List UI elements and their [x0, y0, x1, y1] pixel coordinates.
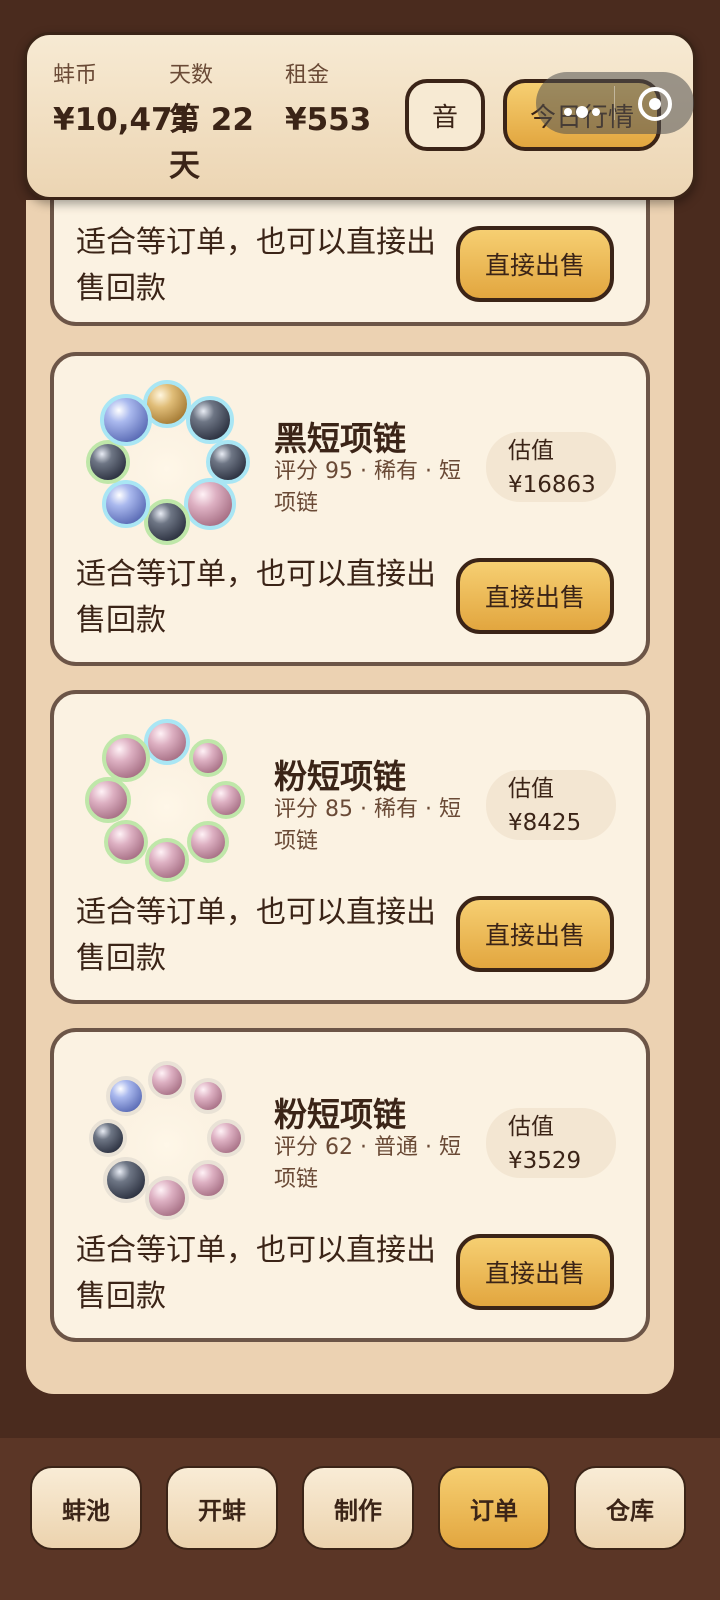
order-card: 粉短项链 评分 85 · 稀有 · 短项链 估值 ¥8425 适合等订单，也可以… — [50, 690, 650, 1004]
sound-button[interactable]: 音 — [405, 79, 485, 151]
days-value: 第 22 天 — [169, 102, 254, 184]
capsule-divider — [614, 86, 615, 120]
bottom-nav: 蚌池 开蚌 制作 订单 仓库 — [0, 1438, 720, 1600]
price-value: ¥8425 — [508, 810, 582, 836]
price-label: 估值 — [508, 1114, 554, 1140]
order-desc: 适合等订单，也可以直接出售回款 — [76, 1233, 436, 1314]
price-badge: 估值 ¥8425 — [486, 770, 616, 840]
necklace-thumbnail — [85, 719, 245, 882]
price-badge: 估值 ¥3529 — [486, 1108, 616, 1178]
nav-tab-pond[interactable]: 蚌池 — [30, 1466, 142, 1550]
price-value: ¥3529 — [508, 1148, 582, 1174]
rent-stat: 租金 ¥553 — [285, 57, 395, 143]
necklace-thumbnail — [86, 380, 250, 545]
coins-value: ¥10,471 — [53, 102, 195, 138]
nav-tab-warehouse[interactable]: 仓库 — [574, 1466, 686, 1550]
product-name: 黑短项链 — [274, 419, 406, 458]
product-name: 粉短项链 — [274, 757, 406, 796]
days-stat: 天数 第 22 天 — [169, 57, 269, 189]
price-value: ¥16863 — [508, 472, 596, 498]
sell-button[interactable]: 直接出售 — [456, 558, 614, 634]
sell-button[interactable]: 直接出售 — [456, 1234, 614, 1310]
product-meta: 评分 62 · 普通 · 短项链 — [274, 1135, 461, 1192]
days-label: 天数 — [169, 63, 214, 88]
rent-label: 租金 — [285, 63, 330, 88]
product-meta: 评分 85 · 稀有 · 短项链 — [274, 797, 461, 854]
price-label: 估值 — [508, 776, 554, 802]
close-target-icon[interactable] — [638, 87, 672, 121]
order-desc: 适合等订单，也可以直接出售回款 — [76, 557, 436, 638]
price-badge: 估值 ¥16863 — [486, 432, 616, 502]
order-desc: 适合等订单，也可以直接出售回款 — [76, 225, 436, 306]
sell-button[interactable]: 直接出售 — [456, 896, 614, 972]
order-list-panel[interactable]: 适合等订单，也可以直接出售回款 直接出售 黑短项链 评分 95 · 稀有 · 短… — [26, 200, 674, 1394]
nav-tab-orders[interactable]: 订单 — [438, 1466, 550, 1550]
miniprogram-capsule — [536, 72, 694, 134]
sell-button[interactable]: 直接出售 — [456, 226, 614, 302]
order-desc: 适合等订单，也可以直接出售回款 — [76, 895, 436, 976]
order-card: 适合等订单，也可以直接出售回款 直接出售 — [50, 200, 650, 326]
nav-tab-open-clam[interactable]: 开蚌 — [166, 1466, 278, 1550]
necklace-thumbnail — [89, 1061, 245, 1220]
coins-label: 蚌币 — [53, 63, 98, 88]
price-label: 估值 — [508, 438, 554, 464]
more-icon[interactable] — [564, 101, 604, 120]
nav-tab-craft[interactable]: 制作 — [302, 1466, 414, 1550]
product-name: 粉短项链 — [274, 1095, 406, 1134]
app-screen: 蚌币 ¥10,471 天数 第 22 天 租金 ¥553 音 今日行情 适合等订… — [0, 0, 720, 1600]
order-card: 粉短项链 评分 62 · 普通 · 短项链 估值 ¥3529 适合等订单，也可以… — [50, 1028, 650, 1342]
rent-value: ¥553 — [285, 102, 372, 138]
product-meta: 评分 95 · 稀有 · 短项链 — [274, 459, 461, 516]
order-card: 黑短项链 评分 95 · 稀有 · 短项链 估值 ¥16863 适合等订单，也可… — [50, 352, 650, 666]
coins-stat: 蚌币 ¥10,471 — [53, 57, 195, 143]
